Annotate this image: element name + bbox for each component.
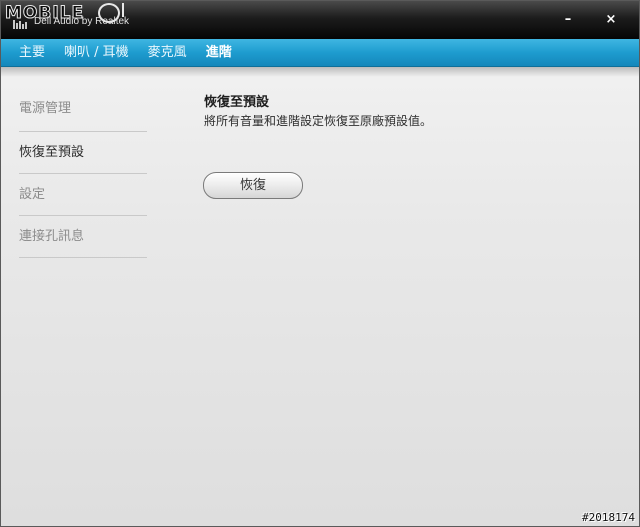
minimize-button[interactable]: – <box>551 9 585 31</box>
close-button[interactable]: × <box>594 9 628 31</box>
tab-advanced[interactable]: 進階 <box>206 39 232 67</box>
title-bar[interactable]: MOBILE Dell Audio by Realtek – × <box>1 1 639 39</box>
tab-speakers-headphones[interactable]: 喇叭 / 耳機 <box>64 39 129 67</box>
section-description: 將所有音量和進階設定恢復至原廠預設值。 <box>204 114 433 128</box>
tab-main[interactable]: 主要 <box>19 39 45 67</box>
restore-button[interactable]: 恢復 <box>203 172 303 199</box>
restore-defaults-panel: 恢復至預設 將所有音量和進階設定恢復至原廠預設值。 <box>204 94 432 129</box>
audio-app-window: MOBILE Dell Audio by Realtek – × 主要 喇叭 /… <box>0 0 640 527</box>
nav-tabs: 主要 喇叭 / 耳機 麥克風 進階 <box>19 39 251 67</box>
sidebar-item-power-management[interactable]: 電源管理 <box>19 89 147 132</box>
app-title: Dell Audio by Realtek <box>34 16 130 27</box>
sidebar-item-jack-info[interactable]: 連接孔訊息 <box>19 216 147 258</box>
sidebar-item-settings[interactable]: 設定 <box>19 174 147 216</box>
watermark-id: #2018174 <box>582 511 635 524</box>
tab-microphone[interactable]: 麥克風 <box>148 39 187 67</box>
top-nav-bar: 主要 喇叭 / 耳機 麥克風 進階 <box>1 39 639 67</box>
sidebar: 電源管理 恢復至預設 設定 連接孔訊息 <box>19 89 147 258</box>
section-title: 恢復至預設 <box>204 95 270 110</box>
audio-equalizer-icon <box>13 20 29 29</box>
sidebar-item-restore-defaults[interactable]: 恢復至預設 <box>19 132 147 174</box>
nav-shadow <box>1 67 639 77</box>
